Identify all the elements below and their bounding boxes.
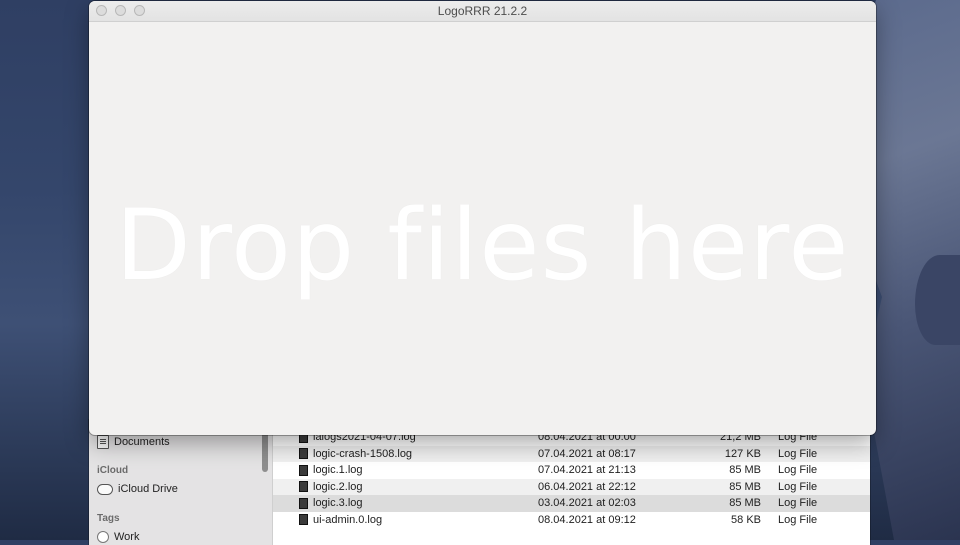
file-kind: Log File (778, 480, 818, 493)
file-name: ui-admin.0.log (313, 513, 383, 526)
table-row[interactable]: ui-admin.0.log 08.04.2021 at 09:12 58 KB… (273, 512, 870, 529)
file-name: logic.1.log (313, 464, 363, 477)
document-icon (97, 435, 109, 449)
file-date: 07.04.2021 at 08:17 (538, 447, 636, 460)
file-name: logic-crash-1508.log (313, 447, 413, 460)
file-kind: Log File (778, 464, 818, 477)
table-row[interactable]: logic.2.log 06.04.2021 at 22:12 85 MB Lo… (273, 478, 870, 495)
file-name: logic.3.log (313, 497, 363, 510)
file-date: 08.04.2021 at 09:12 (538, 513, 636, 526)
app-window: LogoRRR 21.2.2 Drop files here (89, 1, 876, 435)
log-file-icon (299, 514, 308, 526)
file-date: 07.04.2021 at 21:13 (538, 464, 636, 477)
table-row[interactable]: logic.3.log 03.04.2021 at 02:03 85 MB Lo… (273, 495, 870, 512)
file-size: 85 MB (729, 480, 761, 493)
file-size: 85 MB (729, 464, 761, 477)
file-date: 03.04.2021 at 02:03 (538, 497, 636, 510)
desktop-rock (915, 255, 960, 345)
drop-zone[interactable]: Drop files here (89, 21, 876, 435)
sidebar-section-tags: Tags (97, 513, 120, 524)
file-size: 85 MB (729, 497, 761, 510)
window-title: LogoRRR 21.2.2 (437, 4, 528, 18)
file-kind: Log File (778, 447, 818, 460)
table-row[interactable]: logic-crash-1508.log 07.04.2021 at 08:17… (273, 445, 870, 462)
sidebar-section-icloud: iCloud (97, 465, 129, 476)
finder-window: Documents iCloud iCloud Drive Tags Work … (89, 420, 870, 545)
sidebar-item-label: Work (114, 531, 140, 543)
file-name: logic.2.log (313, 480, 363, 493)
log-file-icon (299, 448, 308, 460)
drop-hint-text: Drop files here (115, 189, 850, 303)
finder-sidebar: Documents iCloud iCloud Drive Tags Work (89, 420, 273, 545)
log-file-icon (299, 464, 308, 476)
tag-circle-icon (97, 531, 109, 543)
cloud-icon (97, 483, 113, 495)
sidebar-item-tag-work[interactable]: Work (97, 531, 139, 543)
file-size: 58 KB (731, 513, 761, 526)
file-date: 06.04.2021 at 22:12 (538, 480, 636, 493)
file-kind: Log File (778, 513, 818, 526)
log-file-icon (299, 497, 308, 509)
file-size: 127 KB (724, 447, 761, 460)
sidebar-item-icloud-drive[interactable]: iCloud Drive (97, 483, 178, 495)
sidebar-item-label: iCloud Drive (118, 483, 178, 495)
table-row[interactable]: logic.1.log 07.04.2021 at 21:13 85 MB Lo… (273, 462, 870, 479)
title-bar[interactable]: LogoRRR 21.2.2 (89, 1, 876, 22)
file-kind: Log File (778, 497, 818, 510)
log-file-icon (299, 481, 308, 493)
sidebar-item-label: Documents (114, 436, 170, 448)
sidebar-item-documents[interactable]: Documents (97, 435, 170, 449)
file-list: lalogs2021-04-07.log 08.04.2021 at 00:00… (273, 429, 870, 528)
sidebar-scrollbar[interactable] (262, 430, 268, 472)
